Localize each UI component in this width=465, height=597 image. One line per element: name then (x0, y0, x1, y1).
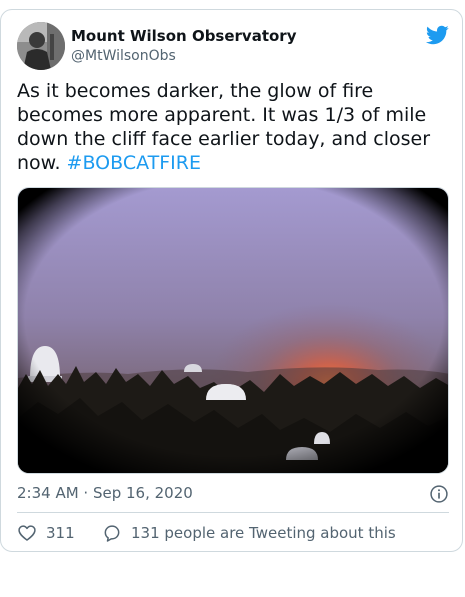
user-handle[interactable]: @MtWilsonObs (71, 46, 176, 66)
tweet-card[interactable]: Mount Wilson Observatory @MtWilsonObs As… (0, 9, 463, 552)
avatar[interactable] (17, 22, 65, 70)
info-icon[interactable] (429, 484, 449, 504)
like-button[interactable]: 311 (17, 523, 75, 543)
twitter-bird-icon[interactable] (425, 23, 449, 47)
hashtag-link[interactable]: #BOBCATFIRE (67, 152, 201, 174)
tweet-text: As it becomes darker, the glow of fire b… (17, 79, 447, 175)
speech-bubble-icon (104, 525, 120, 542)
display-name[interactable]: Mount Wilson Observatory (71, 26, 296, 46)
tweeting-about-link[interactable]: 131 people are Tweeting about this (102, 523, 396, 543)
tweet-photo[interactable] (17, 187, 449, 474)
avatar-image (17, 22, 65, 70)
divider (17, 512, 449, 513)
heart-icon (18, 525, 36, 541)
webcam-photo-fire-glow (18, 188, 448, 473)
tweeting-about-text: 131 people are Tweeting about this (131, 524, 396, 542)
like-count: 311 (46, 524, 75, 542)
tweet-timestamp[interactable]: 2:34 AM · Sep 16, 2020 (17, 483, 193, 503)
